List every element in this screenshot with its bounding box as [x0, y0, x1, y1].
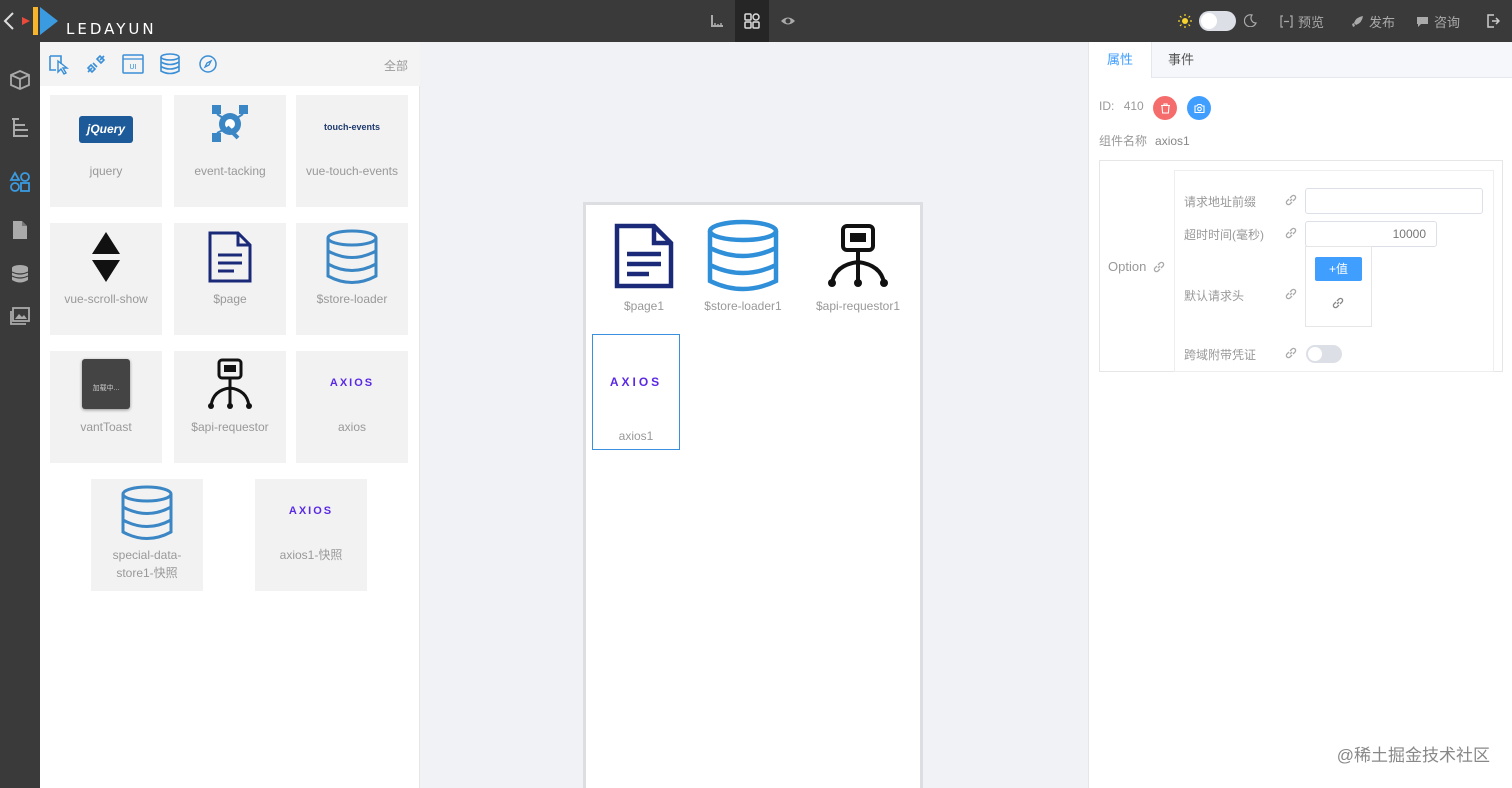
page-icon [590, 213, 698, 299]
scroll-arrows-icon [50, 227, 162, 287]
jquery-logo: jQuery [50, 109, 162, 149]
properties-panel: 属性 事件 ID: 410 组件名称 axios1 Option 请求地址前缀 超… [1088, 42, 1512, 788]
svg-text:UI: UI [129, 63, 136, 71]
phone-frame: $page1 $store-loader1 $api-requestor1 AX… [583, 202, 923, 788]
components-icon[interactable] [735, 0, 769, 42]
component-card[interactable]: $api-requestor [174, 351, 286, 463]
database-icon [11, 265, 29, 283]
instance-api-requestor1[interactable]: $api-requestor1 [804, 213, 912, 313]
ui-icon[interactable]: UI [120, 51, 146, 77]
link-icon[interactable] [1331, 296, 1345, 310]
rocket-icon [1352, 15, 1363, 27]
link-icon[interactable] [1284, 226, 1298, 240]
components-icon [9, 171, 30, 192]
api-requestor-icon [174, 355, 286, 415]
option-group: Option 请求地址前缀 超时时间(毫秒) 10000 默认请求头 +值 跨域… [1099, 160, 1503, 372]
component-card[interactable]: vue-scroll-show [50, 223, 162, 335]
publish-button[interactable]: 发布 [1351, 0, 1395, 42]
plugin-icon[interactable] [83, 51, 109, 77]
moon-icon [1244, 14, 1257, 27]
logo-icon [22, 7, 58, 35]
axios-logo: AXIOS [609, 375, 663, 389]
database-icon [91, 483, 203, 543]
component-card[interactable]: event-tacking [174, 95, 286, 207]
consult-button[interactable]: 咨询 [1416, 0, 1460, 42]
watermark: @稀土掘金技术社区 [1336, 746, 1490, 765]
add-value-button[interactable]: +值 [1315, 257, 1362, 281]
trash-icon [1160, 102, 1170, 114]
sun-icon [1178, 14, 1192, 28]
component-id: ID: 410 [1099, 99, 1144, 113]
event-tracking-icon [174, 99, 286, 149]
props-tabs: 属性 事件 [1089, 42, 1512, 78]
design-canvas: $page1 $store-loader1 $api-requestor1 AX… [421, 42, 1088, 788]
credentials-toggle[interactable] [1306, 345, 1342, 363]
filter-all[interactable]: 全部 [384, 57, 408, 74]
theme-toggle[interactable] [1199, 11, 1236, 31]
top-bar: LEDAYUN 预览 发布 咨询 [0, 0, 1512, 42]
tab-events[interactable]: 事件 [1150, 42, 1212, 78]
logout-icon[interactable] [1486, 14, 1500, 28]
instance-axios1[interactable]: AXIOS axios1 [592, 334, 680, 450]
rail-item-components[interactable] [0, 162, 40, 202]
instance-store-loader1[interactable]: $store-loader1 [689, 213, 797, 313]
back-chevron-icon[interactable] [2, 10, 16, 32]
camera-icon [1193, 103, 1205, 113]
instance-page1[interactable]: $page1 [590, 213, 698, 313]
images-icon [10, 307, 30, 325]
link-icon[interactable] [1284, 346, 1298, 360]
api-requestor-icon [804, 213, 912, 299]
file-icon [13, 221, 27, 239]
left-rail [0, 42, 40, 788]
ruler-icon[interactable] [700, 0, 734, 42]
preview-button[interactable]: 预览 [1280, 0, 1324, 42]
component-card[interactable]: special-data-store1-快照 [91, 479, 203, 591]
component-card[interactable]: $page [174, 223, 286, 335]
option-fields: 请求地址前缀 超时时间(毫秒) 10000 默认请求头 +值 跨域附带凭证 [1174, 170, 1494, 372]
database-icon [296, 227, 408, 287]
cube-icon [10, 70, 30, 90]
tab-properties[interactable]: 属性 [1089, 42, 1153, 78]
page-icon [174, 227, 286, 287]
component-card[interactable]: touch-events vue-touch-events [296, 95, 408, 207]
compass-icon[interactable] [195, 51, 221, 77]
interaction-icon[interactable] [46, 51, 72, 77]
link-icon[interactable] [1284, 287, 1298, 301]
headers-editor: +值 [1305, 246, 1372, 327]
component-card[interactable]: AXIOS axios1-快照 [255, 479, 367, 591]
option-label: Option [1108, 259, 1166, 274]
base-url-input[interactable] [1305, 188, 1483, 214]
eye-icon[interactable] [771, 0, 805, 42]
panel-header: UI 全部 [40, 42, 420, 86]
snapshot-button[interactable] [1187, 96, 1211, 120]
touch-events-logo: touch-events [323, 122, 380, 132]
component-name: 组件名称 axios1 [1099, 134, 1190, 148]
delete-button[interactable] [1153, 96, 1177, 120]
rail-item-database[interactable] [0, 254, 40, 294]
component-card[interactable]: jQuery jquery [50, 95, 162, 207]
vant-toast-icon: 加载中... [50, 357, 162, 411]
rail-item-file[interactable] [0, 210, 40, 250]
timeout-input[interactable]: 10000 [1305, 221, 1437, 247]
link-icon[interactable] [1284, 193, 1298, 207]
rail-item-tree[interactable] [0, 108, 40, 148]
rail-item-images[interactable] [0, 296, 40, 336]
component-card[interactable]: AXIOS axios [296, 351, 408, 463]
tree-icon [12, 118, 28, 137]
database-icon[interactable] [157, 51, 183, 77]
database-icon [689, 213, 797, 299]
preview-icon [1280, 14, 1293, 28]
chat-icon [1417, 16, 1428, 27]
component-card[interactable]: $store-loader [296, 223, 408, 335]
axios-logo: AXIOS [329, 377, 375, 389]
logo-text: LEDAYUN [66, 20, 157, 38]
rail-item-cube[interactable] [0, 60, 40, 100]
component-card[interactable]: 加载中... vantToast [50, 351, 162, 463]
axios-logo: AXIOS [288, 505, 334, 517]
component-panel: UI 全部 jQuery jquery event-tacking touch-… [40, 42, 420, 788]
link-icon[interactable] [1152, 260, 1166, 274]
